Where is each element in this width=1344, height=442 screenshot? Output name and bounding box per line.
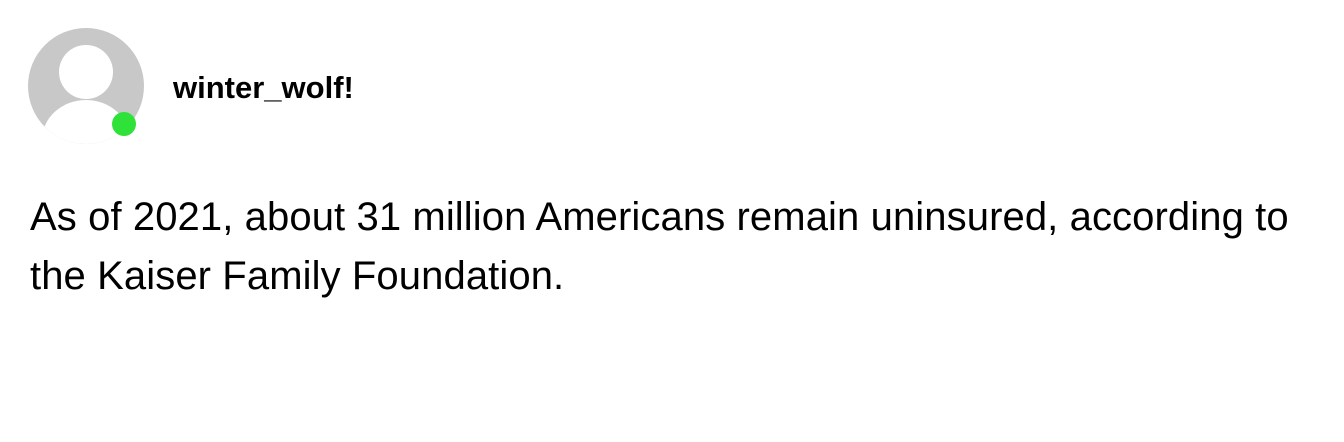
- username[interactable]: winter_wolf!: [173, 70, 354, 106]
- online-status-indicator: [112, 112, 136, 136]
- post-body-text: As of 2021, about 31 million Americans r…: [30, 195, 1289, 298]
- post-card: winter_wolf! As of 2021, about 31 millio…: [0, 0, 1344, 442]
- user-avatar[interactable]: [28, 28, 144, 144]
